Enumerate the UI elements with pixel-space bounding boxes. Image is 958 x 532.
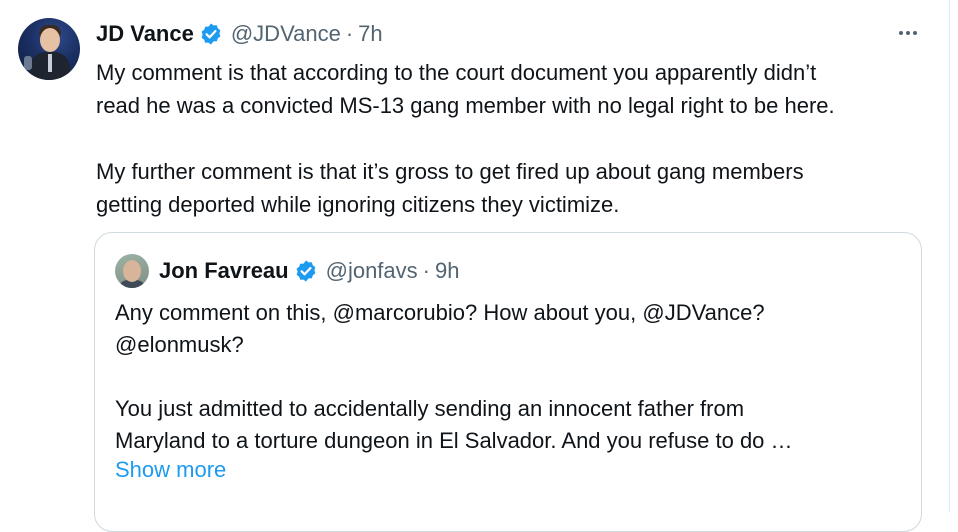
- separator-dot: ·: [345, 21, 354, 46]
- tweet-text-line: read he was a convicted MS-13 gang membe…: [96, 93, 835, 118]
- quoted-timestamp[interactable]: 9h: [435, 258, 459, 284]
- tweet-body: My comment is that according to the cour…: [96, 56, 936, 221]
- author-handle[interactable]: @JDVance: [231, 21, 341, 47]
- quoted-text-line: Any comment on this, @marcorubio? How ab…: [115, 300, 765, 325]
- verified-badge-icon[interactable]: [294, 259, 318, 283]
- timeline-divider: [949, 0, 950, 512]
- quoted-tweet-body: Any comment on this, @marcorubio? How ab…: [115, 297, 905, 457]
- timestamp[interactable]: 7h: [358, 21, 382, 47]
- quoted-text-line: You just admitted to accidentally sendin…: [115, 396, 745, 421]
- quoted-author-name[interactable]: Jon Favreau: [159, 258, 289, 284]
- quoted-author-avatar[interactable]: [115, 254, 149, 288]
- quoted-tweet-card[interactable]: Jon Favreau @jonfavs · 9h Any comment on…: [94, 232, 922, 532]
- tweet-text-line: My comment is that according to the cour…: [96, 60, 817, 85]
- tweet-header: JD Vance @JDVance · 7h: [96, 18, 383, 50]
- tweet-text-line: My further comment is that it’s gross to…: [96, 159, 804, 184]
- separator-dot: ·: [422, 258, 430, 283]
- show-more-link[interactable]: Show more: [115, 457, 226, 483]
- author-name[interactable]: JD Vance: [96, 21, 194, 47]
- quoted-text-line: Maryland to a torture dungeon in El Salv…: [115, 428, 793, 453]
- quoted-author-handle[interactable]: @jonfavs: [326, 258, 418, 284]
- quoted-tweet-header: Jon Favreau @jonfavs · 9h: [159, 255, 459, 287]
- verified-badge-icon[interactable]: [199, 22, 223, 46]
- author-avatar[interactable]: [18, 18, 80, 80]
- quoted-text-line: @elonmusk?: [115, 332, 244, 357]
- tweet-text-line: getting deported while ignoring citizens…: [96, 192, 620, 217]
- more-options-icon[interactable]: [892, 20, 924, 46]
